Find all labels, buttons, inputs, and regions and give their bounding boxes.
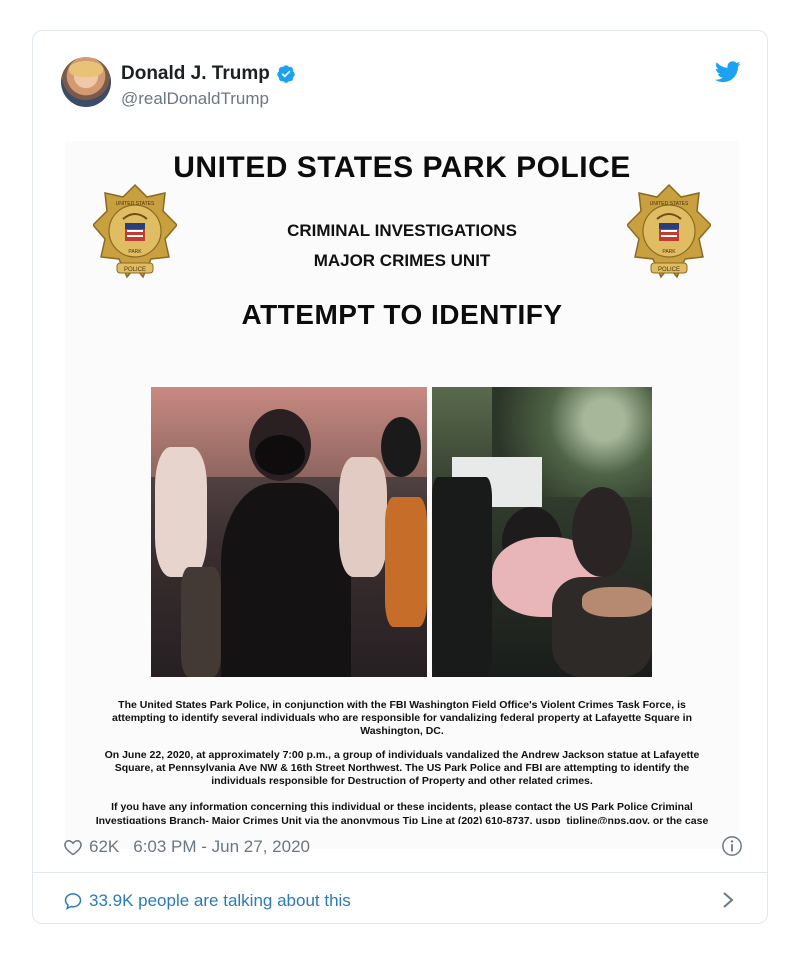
display-name[interactable]: Donald J. Trump [121,63,270,85]
like-count[interactable]: 62K [89,837,119,857]
poster-title: UNITED STATES PARK POLICE [173,151,631,184]
poster-subtitle: CRIMINAL INVESTIGATIONS [287,221,517,240]
conversation-link[interactable]: 33.9K people are talking about this [63,889,351,913]
poster-paragraph: On June 22, 2020, at approximately 7:00 … [104,749,700,787]
tweet-card[interactable]: Donald J. Trump @realDonaldTrump UNITED … [32,30,768,924]
info-icon[interactable] [721,835,743,857]
svg-text:UNITED STATES: UNITED STATES [116,201,155,207]
poster-paragraph: If you have any information concerning t… [111,801,693,813]
svg-text:UNITED STATES: UNITED STATES [650,201,689,207]
divider [33,872,767,873]
chevron-right-icon[interactable] [719,889,737,911]
tweet-timestamp[interactable]: 6:03 PM - Jun 27, 2020 [133,837,310,857]
poster-paragraph: Investigations Branch- Major Crimes Unit… [95,815,709,824]
user-handle[interactable]: @realDonaldTrump [121,89,269,109]
verified-badge-icon [277,65,295,83]
conversation-text[interactable]: 33.9K people are talking about this [89,891,351,911]
suspect-photo-left [151,387,427,677]
name-row: Donald J. Trump [121,63,296,85]
tweet-media-image[interactable]: UNITED STATES PARK POLICE UNITED STATES … [65,141,739,849]
poster-subtitle: MAJOR CRIMES UNIT [313,251,491,270]
speech-bubble-icon [64,893,82,910]
avatar[interactable] [61,57,111,107]
poster-paragraph: The United States Park Police, in conjun… [112,699,692,737]
tweet-header: Donald J. Trump @realDonaldTrump [61,57,741,109]
suspect-photo-right [432,387,652,677]
twitter-bird-icon[interactable] [715,61,741,83]
heart-icon[interactable] [63,837,83,857]
poster-heading: ATTEMPT TO IDENTIFY [241,299,563,330]
tweet-meta: 62K 6:03 PM - Jun 27, 2020 [63,835,743,859]
